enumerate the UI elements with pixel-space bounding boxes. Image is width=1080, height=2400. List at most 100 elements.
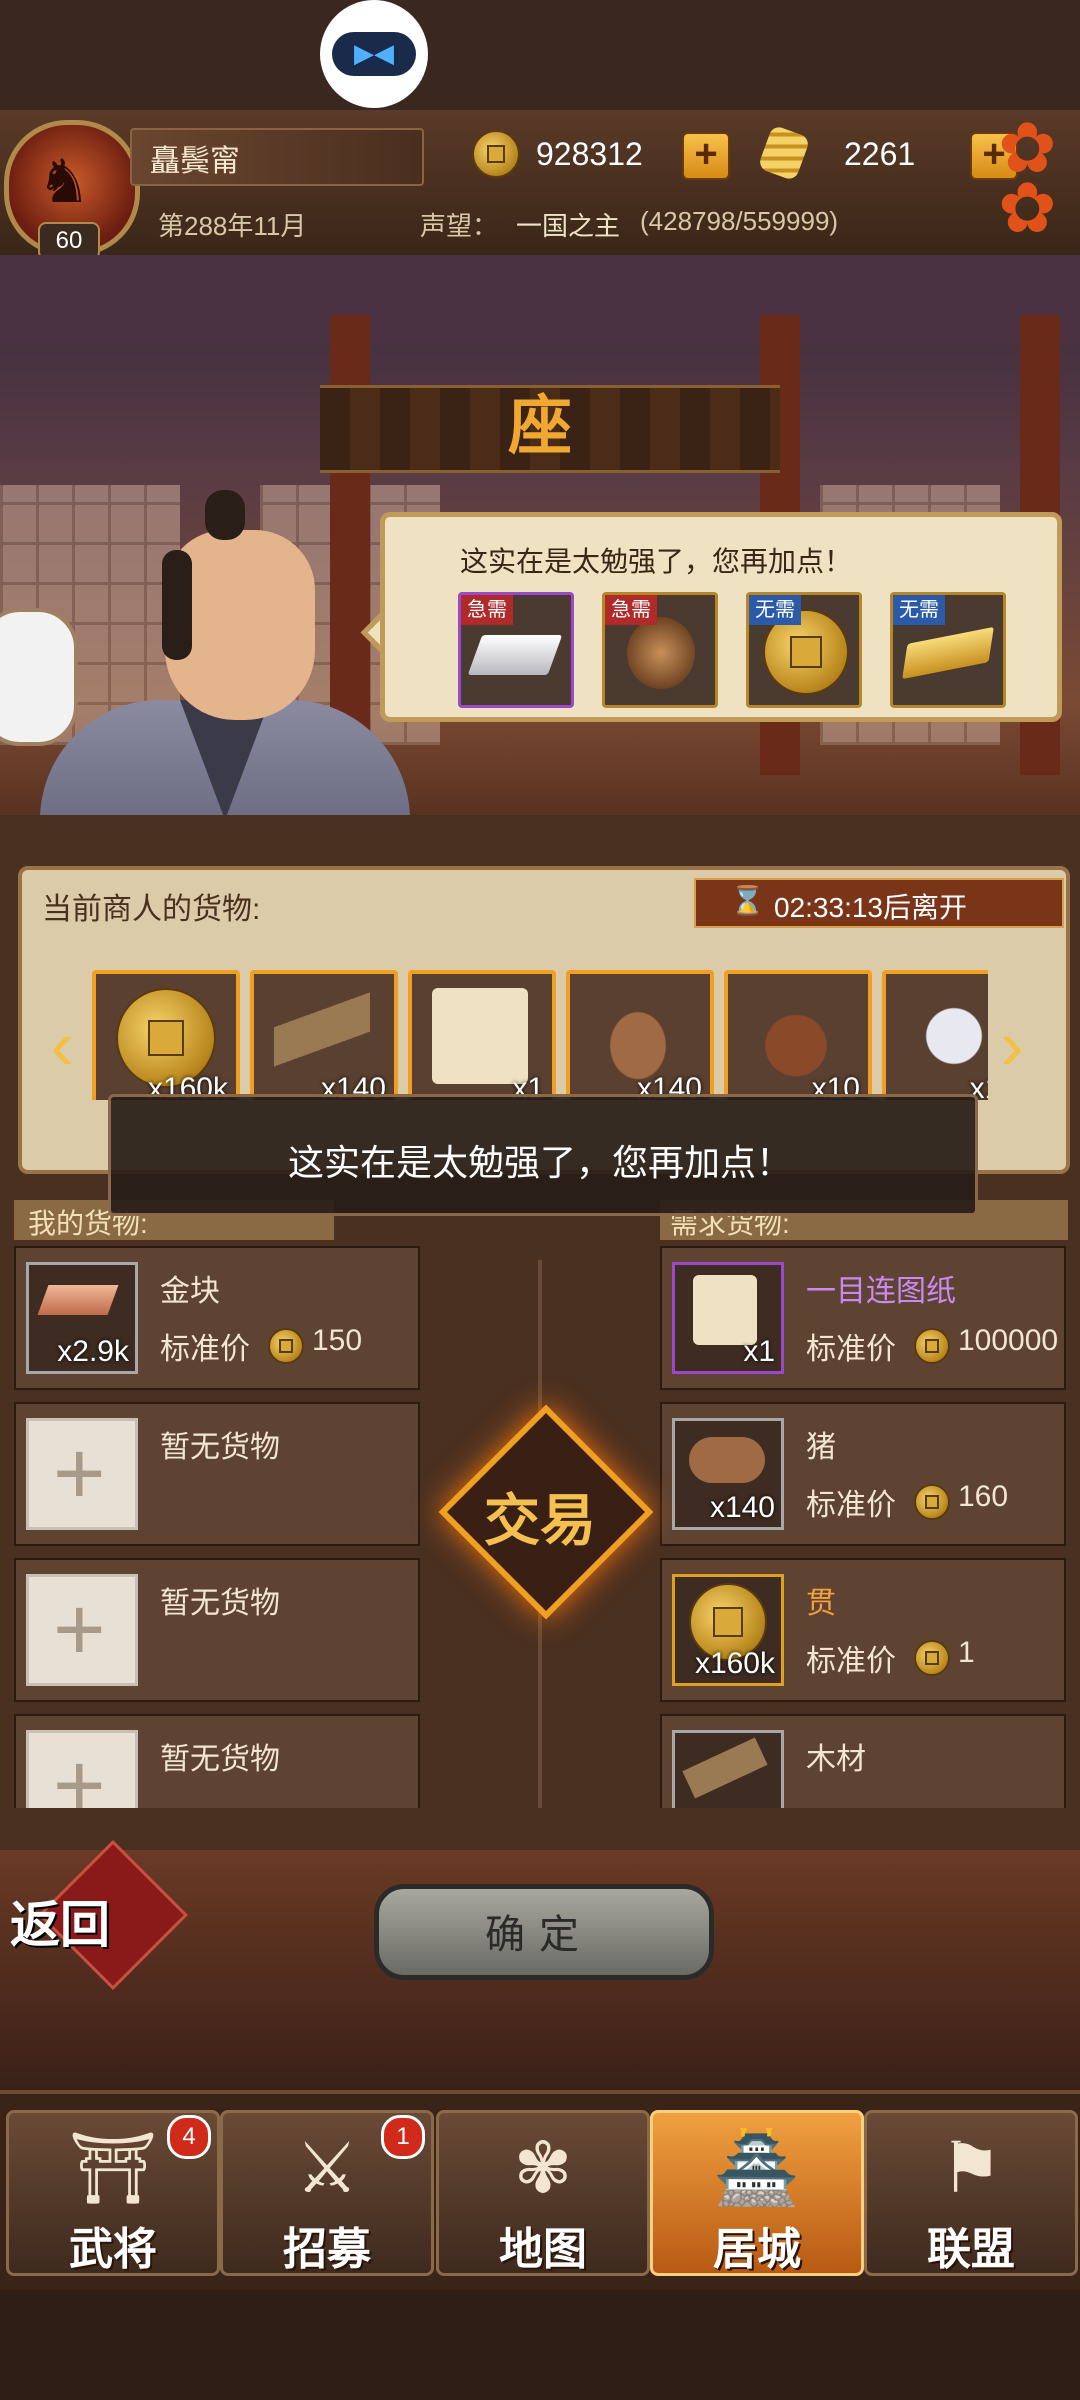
leave-timer: 02:33:13后离开 [774,892,967,923]
price-label: 标准价 [806,1645,896,1678]
empty-label: 暂无货物 [160,1587,280,1620]
coin-icon: x160k [672,1574,784,1686]
coin-icon [914,1640,950,1676]
not-needed-tag: 无需 [749,595,801,625]
add-goods-slot[interactable]: + [26,1730,138,1831]
confirm-button-label: 确定 [485,1913,593,1957]
screen-recorder-icon[interactable]: ▶◀ [320,0,428,108]
castle-icon: 🏯 [713,2129,801,2207]
item-name: 猪 [806,1431,836,1464]
bottom-strip [0,2290,1080,2400]
coin-icon [268,1328,304,1364]
goods-item[interactable]: x160k [92,970,240,1100]
wood-icon [672,1730,784,1814]
toast-text: 这实在是太勉强了，您再加点！ [287,1142,792,1183]
paw-icon [748,988,844,1084]
map-scroll-icon: ✾ [513,2129,573,2207]
item-name: 木材 [806,1743,866,1776]
goods-item[interactable]: x10 [724,970,872,1100]
trade-button-label: 交易 [484,1488,596,1554]
goods-item[interactable]: x140 [566,970,714,1100]
nav-label: 联盟 [927,2224,1015,2275]
item-price: 160 [958,1480,1009,1513]
pig-icon: x140 [672,1418,784,1530]
my-goods-row[interactable]: + 暂无货物 [14,1558,420,1702]
panda-gamepad-icon[interactable] [0,608,78,746]
needed-item-coin[interactable]: 无需 [746,592,862,708]
nav-generals[interactable]: ⛩ 武将 4 [6,2110,220,2276]
merchant-portrait [40,490,410,830]
goods-item[interactable]: x14 [882,970,988,1100]
scroll-icon: x1 [672,1262,784,1374]
item-price: 150 [312,1324,363,1357]
nav-label: 武将 [69,2224,157,2275]
my-goods-row[interactable]: + 暂无货物 [14,1714,420,1831]
samurai-rider-icon: ♞ [37,148,91,215]
price-label: 标准价 [160,1333,250,1366]
nav-label: 居城 [713,2224,801,2275]
scroll-left-arrow[interactable]: ‹ [44,1000,80,1090]
needed-item-fur[interactable]: 急需 [602,592,718,708]
my-goods-row[interactable]: x2.9k 金块 标准价 150 [14,1246,420,1390]
helmet-icon: ⛩ [68,2129,158,2207]
nav-label: 招募 [283,2224,371,2275]
gold-amount: 928312 [536,136,643,172]
notification-badge: 1 [381,2115,425,2159]
item-qty: x160k [694,1647,775,1680]
urgent-tag: 急需 [605,595,657,625]
status-bar [0,0,1080,110]
fur-icon [627,617,695,689]
item-qty: x2.9k [57,1335,129,1368]
pig-icon [590,988,686,1084]
need-goods-row[interactable]: x160k 贯 标准价 1 [660,1558,1066,1702]
nav-castle[interactable]: 🏯 居城 [650,2110,864,2276]
item-qty: x1 [743,1335,775,1368]
plus-icon: + [53,1424,106,1524]
item-price: 100000 [958,1324,1059,1357]
coin-icon [914,1328,950,1364]
needed-item-silver[interactable]: 急需 [458,592,574,708]
gold-block-icon: x2.9k [26,1262,138,1374]
porcelain-icon [906,988,988,1084]
add-goods-slot[interactable]: + [26,1418,138,1530]
plus-icon: + [53,1580,106,1680]
empty-label: 暂无货物 [160,1431,280,1464]
item-name: 金块 [160,1275,220,1308]
prestige-label: 声望： [420,211,499,241]
nav-label: 地图 [499,2224,587,2275]
item-name: 一目连图纸 [806,1275,956,1308]
nav-map[interactable]: ✾ 地图 [436,2110,650,2276]
my-goods-row[interactable]: + 暂无货物 [14,1402,420,1546]
needed-item-gold[interactable]: 无需 [890,592,1006,708]
scroll-icon [432,988,528,1084]
need-goods-row[interactable]: x1 一目连图纸 标准价 100000 [660,1246,1066,1390]
scroll-right-arrow[interactable]: › [994,1000,1030,1090]
need-goods-row[interactable]: x140 猪 标准价 160 [660,1402,1066,1546]
seat-banner-char: 座 [508,389,572,464]
back-button[interactable]: 返回 [10,1885,110,1957]
goods-item[interactable]: x140 [250,970,398,1100]
notification-badge: 4 [167,2115,211,2159]
item-price: 1 [958,1636,975,1669]
nav-alliance[interactable]: ⚑ 联盟 [864,2110,1078,2276]
price-label: 标准价 [806,1489,896,1522]
goods-item[interactable]: x1 [408,970,556,1100]
gold-bar-icon [902,626,994,680]
maple-leaf-icon: ✿ ✿ [998,109,1057,247]
speech-text: 这实在是太勉强了，您再加点！ [460,546,853,577]
nav-recruit[interactable]: ⚔ 招募 1 [220,2110,434,2276]
player-name: 矗鬓甯 [150,145,240,178]
add-gold-button[interactable]: + [682,132,730,180]
need-goods-row[interactable]: 木材 [660,1714,1066,1814]
coin-icon [472,130,520,178]
game-date: 第288年11月 [158,211,307,241]
silver-ingot-icon [467,635,563,675]
add-goods-slot[interactable]: + [26,1574,138,1686]
price-label: 标准价 [806,1333,896,1366]
prestige-progress: (428798/559999) [640,206,839,236]
frame-edge [0,1808,1080,1850]
item-name: 贯 [806,1587,836,1620]
hourglass-icon: ⌛ [730,885,765,916]
coin-icon [914,1484,950,1520]
flags-icon: ⚑ [939,2129,1003,2207]
